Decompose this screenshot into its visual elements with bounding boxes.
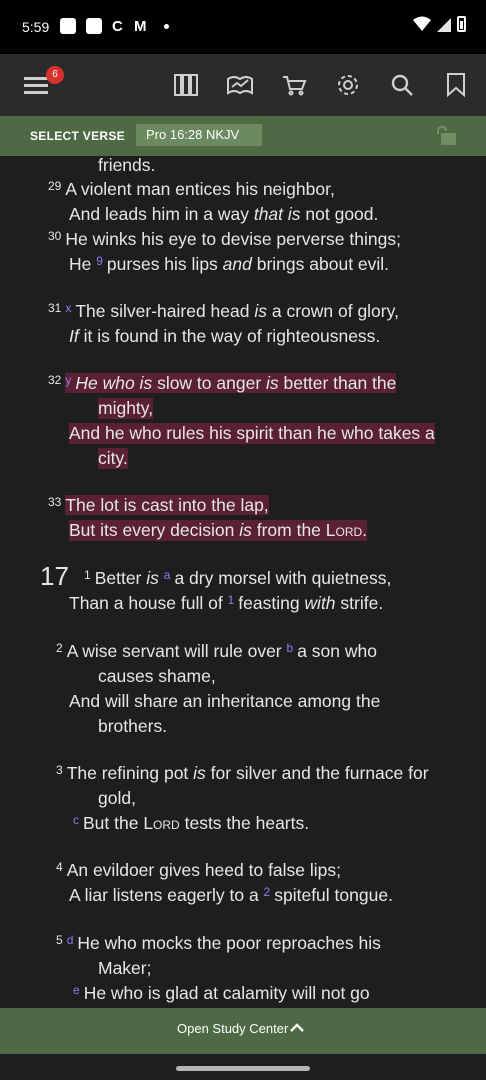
status-bar: 5:59 C M bbox=[0, 0, 486, 54]
battery-icon bbox=[457, 16, 466, 32]
home-gesture-handle[interactable] bbox=[176, 1066, 310, 1071]
verse-line-highlighted[interactable]: But its every decision is from the Lord. bbox=[69, 520, 368, 541]
verse-line[interactable]: brothers. bbox=[98, 716, 167, 737]
verse-line-highlighted[interactable]: 32 y He who is slow to anger is better tha… bbox=[48, 373, 397, 394]
verse-line-highlighted[interactable]: city. bbox=[98, 448, 128, 469]
search-icon[interactable] bbox=[385, 68, 419, 102]
verse-line[interactable]: Maker; bbox=[98, 958, 151, 979]
notification-icon bbox=[60, 18, 76, 34]
notification-icon bbox=[86, 18, 102, 34]
verse-line[interactable]: 1 Better is aa dry morsel with quietness, bbox=[84, 568, 391, 589]
unlock-icon[interactable] bbox=[436, 126, 458, 146]
verse-line[interactable]: He 9 purses his lips and brings about evi… bbox=[69, 254, 389, 275]
verse-line[interactable]: And leads him in a way that is not good. bbox=[69, 204, 378, 225]
verse-line[interactable]: 30 He winks his eye to devise perverse th… bbox=[48, 229, 401, 250]
verse-reference-button[interactable]: Pro 16:28 NKJV bbox=[136, 124, 262, 146]
more-notifications-icon bbox=[164, 24, 169, 29]
gmail-icon: M bbox=[134, 18, 147, 35]
verse-line[interactable]: 31 x The silver-haired head is a crown of … bbox=[48, 301, 399, 322]
verse-line[interactable]: 2A wise servant will rule over ba son wh… bbox=[56, 641, 377, 662]
gear-icon[interactable] bbox=[331, 68, 365, 102]
verse-line-highlighted[interactable]: 33 The lot is cast into the lap, bbox=[48, 495, 269, 516]
verse-line[interactable]: 3 The refining pot is for silver and the … bbox=[56, 763, 429, 784]
chevron-up-icon[interactable] bbox=[290, 1022, 304, 1034]
verse-line[interactable]: gold, bbox=[98, 788, 136, 809]
verse-line-highlighted[interactable]: mighty, bbox=[98, 398, 154, 419]
signal-icon bbox=[437, 18, 451, 32]
verse-line[interactable]: e He who is glad at calamity will not go bbox=[73, 983, 370, 1004]
bible-reader[interactable]: friends. 29 A violent man entices his nei… bbox=[0, 156, 486, 1008]
cart-icon[interactable] bbox=[277, 68, 311, 102]
verse-line[interactable]: Than a house full of 1 feasting with stri… bbox=[69, 593, 383, 614]
status-time: 5:59 bbox=[22, 19, 50, 35]
verse-line[interactable]: 29 A violent man entices his neighbor, bbox=[48, 179, 335, 200]
select-verse-label[interactable]: SELECT VERSE bbox=[30, 129, 125, 143]
verse-selector-bar: SELECT VERSE Pro 16:28 NKJV bbox=[0, 116, 486, 156]
c-notification-icon: C bbox=[112, 18, 123, 35]
verse-line[interactable]: 5 d He who mocks the poor reproaches his bbox=[56, 933, 381, 954]
verse-line[interactable]: If it is found in the way of righteousne… bbox=[69, 326, 380, 347]
reading-plan-icon[interactable] bbox=[223, 68, 257, 102]
verse-line-highlighted[interactable]: And he who rules his spirit than he who … bbox=[69, 423, 435, 444]
study-center-bar[interactable]: Open Study Center bbox=[0, 1008, 486, 1054]
verse-line[interactable]: causes shame, bbox=[98, 666, 216, 687]
chapter-number: 17 bbox=[40, 561, 69, 591]
verse-line[interactable]: A liar listens eagerly to a 2 spiteful to… bbox=[69, 885, 393, 906]
bookmark-icon[interactable] bbox=[439, 68, 473, 102]
notification-badge: 6 bbox=[46, 66, 64, 84]
wifi-icon bbox=[413, 16, 431, 31]
open-study-center-button[interactable]: Open Study Center bbox=[177, 1021, 288, 1036]
verse-line: friends. bbox=[98, 156, 156, 175]
verse-line[interactable]: c But the Lord tests the hearts. bbox=[73, 813, 309, 834]
verse-line[interactable]: 4 An evildoer gives heed to false lips; bbox=[56, 860, 341, 881]
library-icon[interactable] bbox=[169, 68, 203, 102]
toolbar bbox=[0, 54, 486, 116]
verse-line[interactable]: And will share an inheritance among the bbox=[69, 691, 380, 712]
